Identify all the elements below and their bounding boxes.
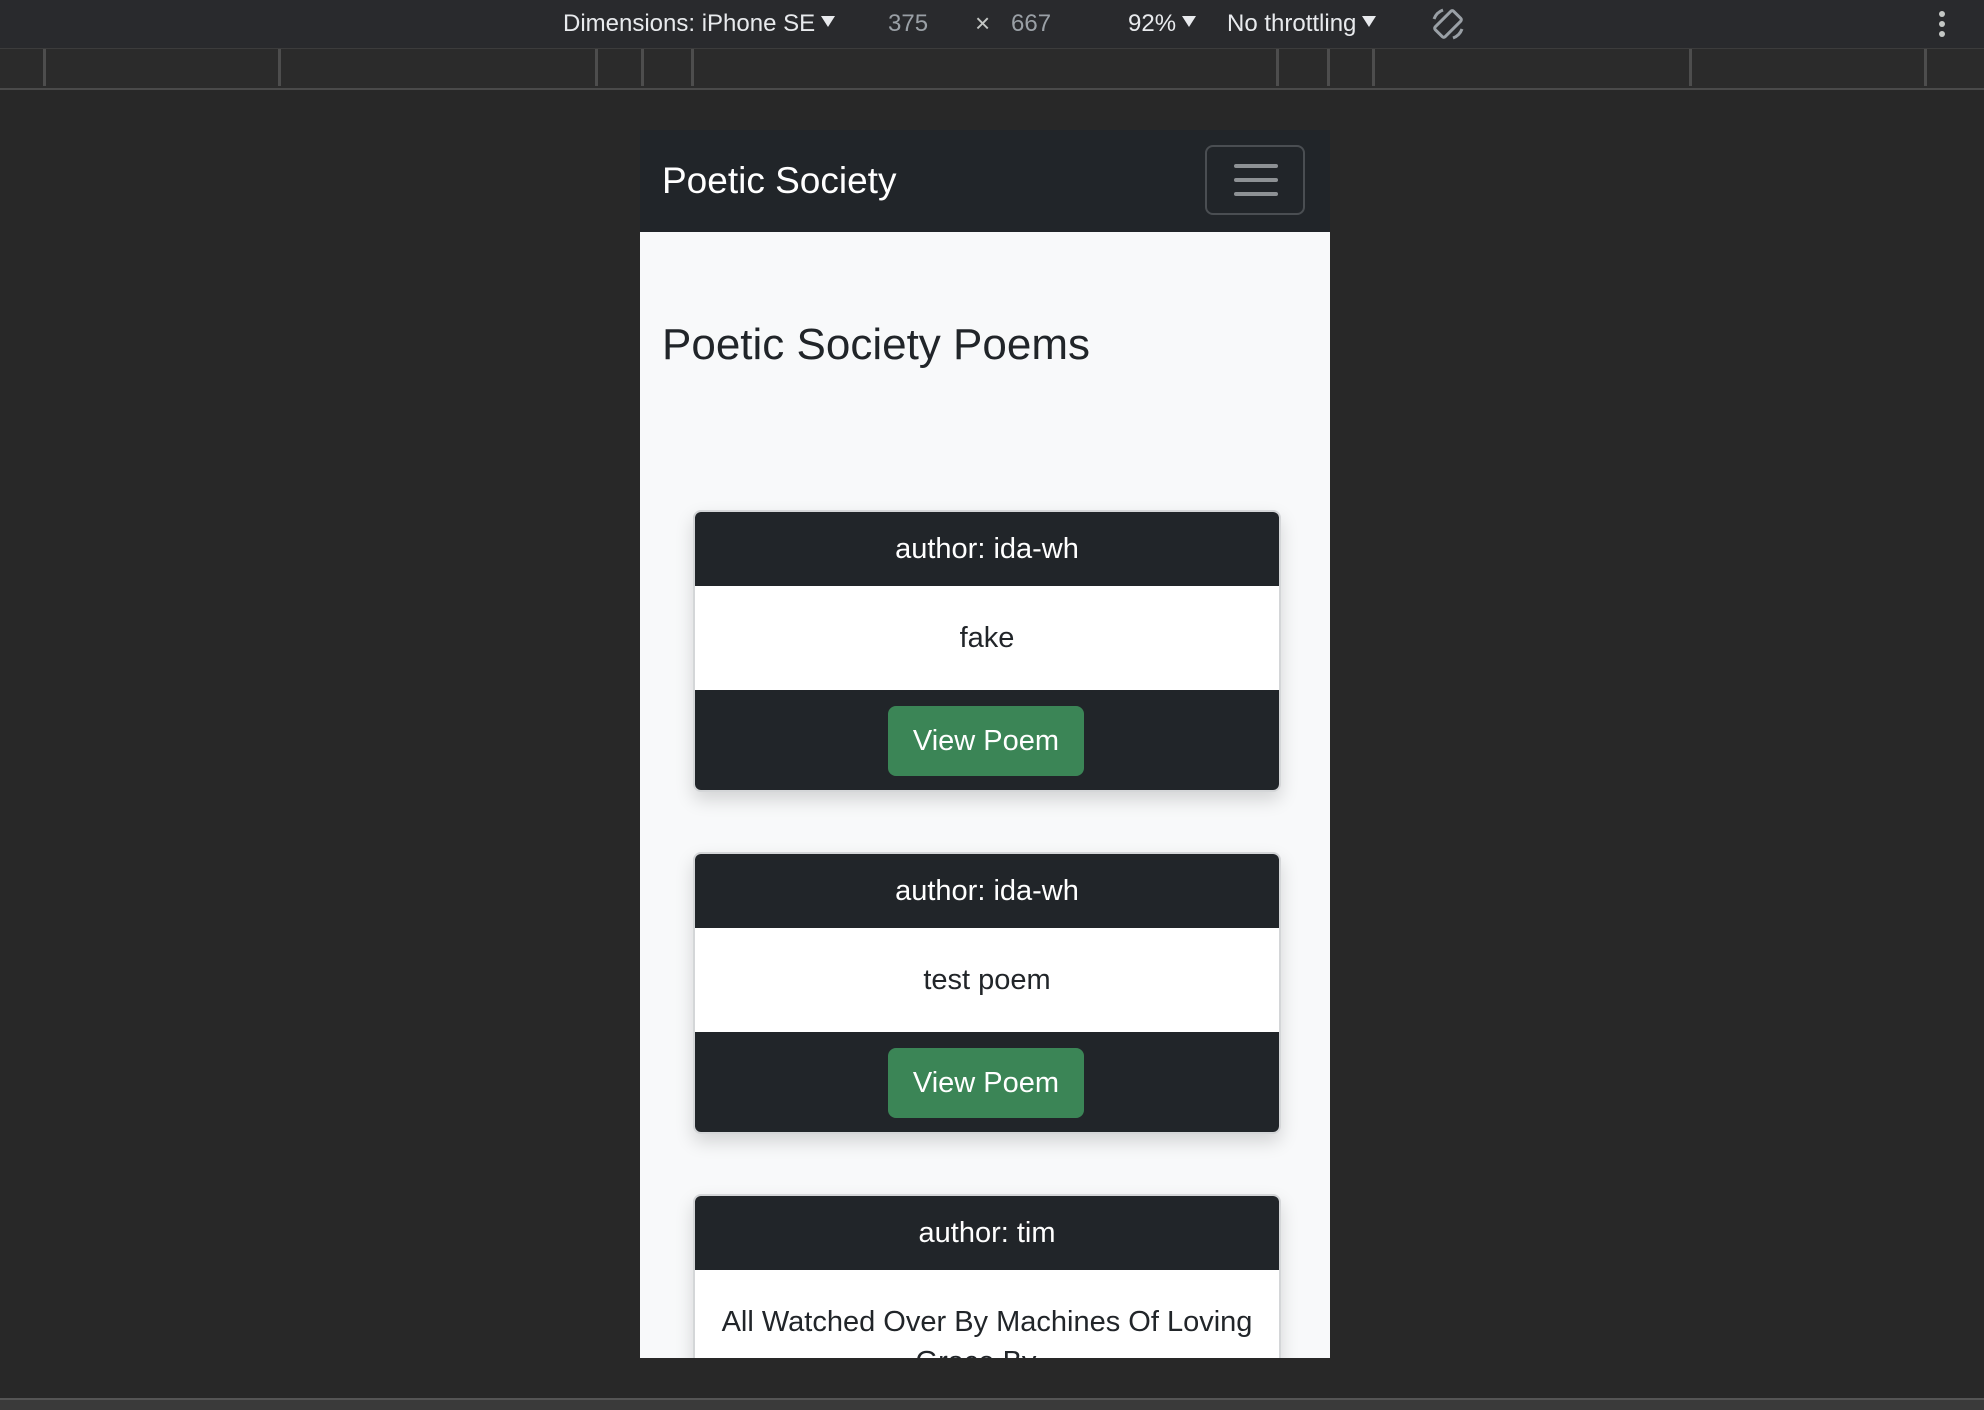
poem-card: author: tim All Watched Over By Machines… xyxy=(693,1194,1281,1358)
ruler-tick xyxy=(43,49,46,86)
zoom-dropdown[interactable]: 92% xyxy=(1128,10,1197,38)
ruler-tick xyxy=(1689,49,1692,86)
poem-title: test poem xyxy=(695,928,1279,1032)
navbar: Poetic Society xyxy=(640,130,1330,232)
card-footer: View Poem xyxy=(695,690,1279,790)
poem-card: author: ida-wh fake View Poem xyxy=(693,510,1281,792)
navbar-toggler-button[interactable] xyxy=(1205,145,1305,215)
hamburger-icon xyxy=(1234,192,1278,196)
ruler-tick xyxy=(1327,49,1330,86)
poem-card: author: ida-wh test poem View Poem xyxy=(693,852,1281,1134)
ruler-tick xyxy=(278,49,281,86)
page-title: Poetic Society Poems xyxy=(662,320,1090,369)
zoom-label: 92% xyxy=(1128,10,1177,37)
ruler-tick xyxy=(691,49,694,86)
device-viewport: Poetic Society Poetic Society Poems auth… xyxy=(640,130,1330,1358)
dimensions-separator: × xyxy=(975,8,991,38)
hamburger-icon xyxy=(1234,178,1278,182)
ruler-tick xyxy=(1276,49,1279,86)
poem-author: author: tim xyxy=(695,1196,1279,1270)
chevron-down-icon xyxy=(1362,16,1377,27)
bottom-scrollbar xyxy=(0,1398,1984,1410)
hamburger-icon xyxy=(1234,164,1278,168)
poem-title: fake xyxy=(695,586,1279,690)
chevron-down-icon xyxy=(1182,16,1197,27)
ruler-tick xyxy=(641,49,644,86)
view-poem-button[interactable]: View Poem xyxy=(888,1048,1084,1118)
card-footer: View Poem xyxy=(695,1032,1279,1132)
ruler-tick xyxy=(595,49,598,86)
ruler-tick xyxy=(1372,49,1375,86)
device-dimensions-dropdown[interactable]: Dimensions: iPhone SE xyxy=(563,10,836,38)
media-query-ruler xyxy=(0,49,1984,90)
poem-author: author: ida-wh xyxy=(695,512,1279,586)
poem-author: author: ida-wh xyxy=(695,854,1279,928)
navbar-brand[interactable]: Poetic Society xyxy=(662,160,896,202)
chevron-down-icon xyxy=(821,16,836,27)
ruler-tick xyxy=(1924,49,1927,86)
device-dimensions-label: Dimensions: iPhone SE xyxy=(563,10,816,37)
device-toolbar: Dimensions: iPhone SE 375 × 667 92% No t… xyxy=(0,0,1984,49)
throttling-label: No throttling xyxy=(1227,10,1357,37)
more-options-icon[interactable] xyxy=(1936,10,1948,38)
throttling-dropdown[interactable]: No throttling xyxy=(1227,10,1377,38)
width-input[interactable]: 375 xyxy=(888,10,928,38)
poem-title: All Watched Over By Machines Of Loving G… xyxy=(695,1270,1279,1358)
view-poem-button[interactable]: View Poem xyxy=(888,706,1084,776)
rotate-icon[interactable] xyxy=(1429,5,1467,43)
height-input[interactable]: 667 xyxy=(1011,10,1051,38)
